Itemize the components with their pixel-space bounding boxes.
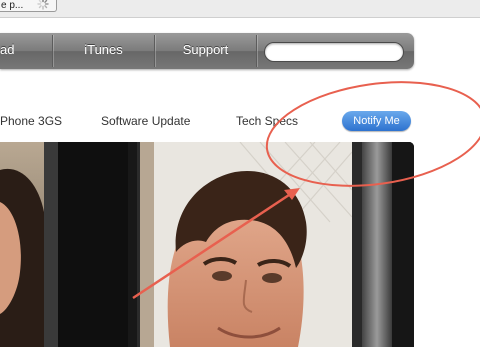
divider: [0, 17, 480, 18]
nav-item-support[interactable]: Support: [155, 33, 256, 69]
subnav-item-tech-specs[interactable]: Tech Specs: [236, 114, 298, 128]
subnav-item-software-update[interactable]: Software Update: [101, 114, 190, 128]
nav-item-label: ad: [0, 42, 15, 57]
nav-item-label: iTunes: [84, 42, 123, 57]
nav-item-itunes[interactable]: iTunes: [53, 33, 154, 69]
loading-spinner-icon: [37, 0, 49, 10]
notify-me-button[interactable]: Notify Me: [342, 111, 411, 131]
nav-item-ipod[interactable]: ad: [0, 33, 15, 69]
global-navbar: ad iTunes Support: [0, 33, 414, 69]
subnav-item-label: Software Update: [101, 114, 191, 128]
browser-tab-strip: e p...: [0, 0, 480, 17]
browser-tab-title: e p...: [1, 0, 24, 11]
subnav-item-label: Tech Specs: [236, 114, 299, 128]
hero-image: [0, 142, 414, 347]
nav-item-label: Support: [182, 42, 229, 57]
nav-divider: [256, 35, 257, 67]
search-input[interactable]: [264, 42, 404, 62]
notify-me-label: Notify Me: [353, 115, 400, 127]
subnav-item-iphone-3gs[interactable]: Phone 3GS: [0, 114, 62, 128]
subnav-item-label: Phone 3GS: [0, 114, 63, 128]
hero-photo: [0, 142, 414, 347]
